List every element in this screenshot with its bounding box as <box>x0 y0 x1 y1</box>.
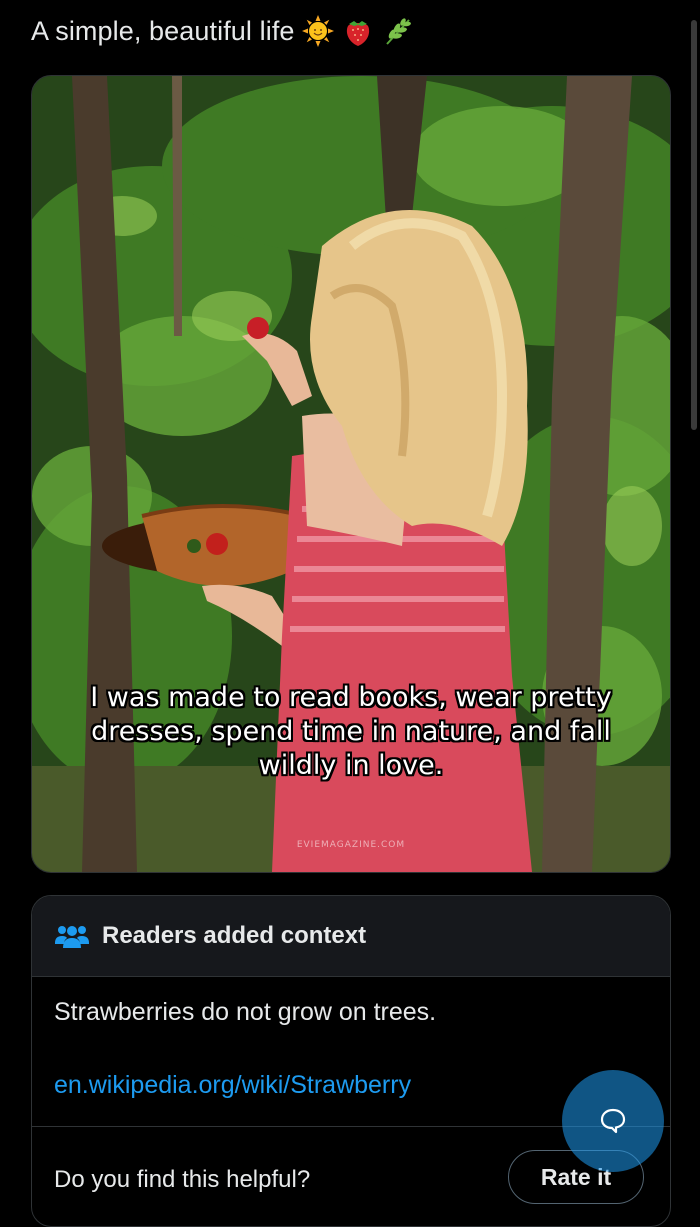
sun-emoji-icon <box>301 14 335 48</box>
community-note-body: Strawberries do not grow on trees. <box>54 998 437 1026</box>
image-caption: I was made to read books, wear pretty dr… <box>72 681 630 783</box>
caption-line: dresses, spend time in nature, and fall <box>91 716 611 747</box>
community-note-source-link[interactable]: en.wikipedia.org/wiki/Strawberry <box>54 1071 411 1100</box>
caption-line: wildly in love. <box>258 750 444 781</box>
herb-emoji-icon <box>381 14 415 48</box>
community-note-header: Readers added context <box>32 896 670 977</box>
scrollbar[interactable] <box>691 20 697 430</box>
post-text-label: A simple, beautiful life <box>31 15 295 46</box>
people-icon <box>54 923 90 949</box>
chat-bubble-icon <box>600 1108 626 1134</box>
community-note: Readers added context Strawberries do no… <box>31 895 671 1227</box>
caption-line: I was made to read books, wear pretty <box>90 682 612 713</box>
post-text: A simple, beautiful life <box>31 14 415 48</box>
post-image[interactable]: I was made to read books, wear pretty dr… <box>31 75 671 873</box>
image-watermark: EVIEMAGAZINE.COM <box>296 840 406 850</box>
community-note-title: Readers added context <box>102 922 367 949</box>
helpful-prompt: Do you find this helpful? <box>54 1166 311 1193</box>
compose-fab-button[interactable] <box>562 1070 664 1172</box>
strawberry-emoji-icon <box>341 14 375 48</box>
